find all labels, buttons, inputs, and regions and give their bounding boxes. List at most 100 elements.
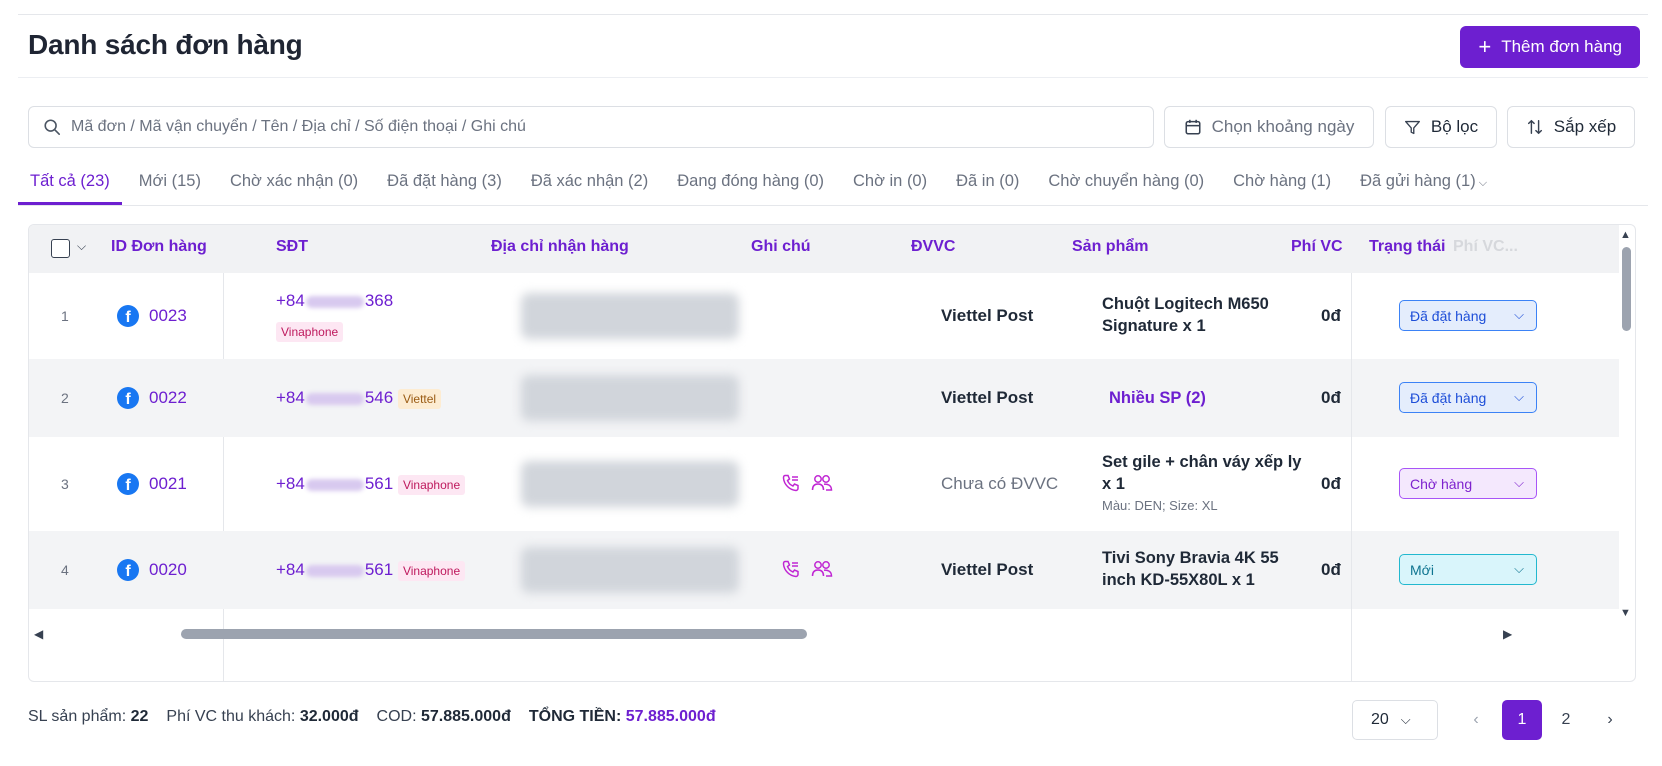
tab-new[interactable]: Mới (15) bbox=[127, 168, 213, 205]
order-id-link[interactable]: 0023 bbox=[149, 306, 187, 326]
row-index: 3 bbox=[61, 476, 69, 492]
search-input[interactable] bbox=[71, 118, 1151, 136]
tab-confirmed[interactable]: Đã xác nhận (2) bbox=[519, 168, 660, 205]
tab-ordered[interactable]: Đã đặt hàng (3) bbox=[375, 168, 514, 205]
order-summary: SL sản phẩm: 22 Phí VC thu khách: 32.000… bbox=[28, 708, 716, 726]
page-size-select[interactable]: 20 ⌵ bbox=[1352, 700, 1438, 740]
row-index: 2 bbox=[61, 390, 69, 406]
filter-button[interactable]: Bộ lọc bbox=[1385, 106, 1497, 148]
multi-product-link[interactable]: Nhiều SP (2) bbox=[1109, 387, 1314, 409]
col-address[interactable]: Địa chỉ nhận hàng bbox=[491, 238, 629, 256]
facebook-icon: f bbox=[117, 305, 139, 327]
phone-prefix: +84 bbox=[276, 291, 305, 310]
carrier-badge: Vinaphone bbox=[276, 322, 344, 342]
col-fee[interactable]: Phí VC bbox=[1291, 238, 1343, 256]
col-id[interactable]: ID Đơn hàng bbox=[111, 238, 207, 256]
table-row[interactable]: 3 f 0021 +84 561 Vinaphone Chưa có ĐVVC S… bbox=[29, 437, 1619, 531]
address-redacted bbox=[521, 293, 739, 339]
tab-packing[interactable]: Đang đóng hàng (0) bbox=[665, 168, 836, 205]
scroll-up-icon[interactable]: ▲ bbox=[1620, 229, 1631, 241]
order-id-link[interactable]: 0022 bbox=[149, 388, 187, 408]
status-dropdown[interactable]: Đã đặt hàng ⌵ bbox=[1399, 382, 1537, 413]
page-button-1[interactable]: 1 bbox=[1502, 700, 1542, 740]
shipping-fee: 0đ bbox=[1321, 474, 1341, 493]
scroll-left-icon[interactable]: ◀ bbox=[34, 627, 43, 641]
tab-shipped[interactable]: Đã gửi hàng (1) ⌵ bbox=[1348, 168, 1499, 205]
next-page-button[interactable]: › bbox=[1590, 700, 1630, 740]
col-note[interactable]: Ghi chú bbox=[751, 238, 811, 256]
facebook-icon: f bbox=[117, 473, 139, 495]
order-id-link[interactable]: 0020 bbox=[149, 560, 187, 580]
shipping-fee: 0đ bbox=[1321, 388, 1341, 407]
order-id-link[interactable]: 0021 bbox=[149, 474, 187, 494]
product-variant: Màu: DEN; Size: XL bbox=[1102, 498, 1218, 513]
plus-icon: + bbox=[1478, 34, 1492, 59]
table-row[interactable]: 4 f 0020 +84 561 Vinaphone Viettel Post T… bbox=[29, 531, 1619, 609]
add-order-label: Thêm đơn hàng bbox=[1501, 37, 1622, 56]
note-icons bbox=[781, 559, 833, 579]
table-header: ⌵ ID Đơn hàng SĐT Địa chỉ nhận hàng Ghi … bbox=[29, 225, 1619, 273]
tab-shipped-label: Đã gửi hàng (1) bbox=[1360, 172, 1476, 190]
status-dropdown[interactable]: Đã đặt hàng ⌵ bbox=[1399, 300, 1537, 331]
shipping-provider: Viettel Post bbox=[941, 388, 1034, 407]
search-icon bbox=[44, 119, 61, 136]
phone-call-icon[interactable] bbox=[781, 473, 801, 493]
table-row[interactable]: 1 f 0023 +84 368 Vinaphone Viettel Post C… bbox=[29, 273, 1619, 359]
page-header: Danh sách đơn hàng + Thêm đơn hàng bbox=[18, 14, 1648, 78]
summary-qty-value: 22 bbox=[130, 708, 149, 725]
scrollbar-thumb[interactable] bbox=[181, 629, 807, 639]
users-icon[interactable] bbox=[811, 473, 833, 493]
shipping-provider: Chưa có ĐVVC bbox=[941, 474, 1059, 493]
shipping-fee: 0đ bbox=[1321, 306, 1341, 325]
tab-pending-confirm[interactable]: Chờ xác nhận (0) bbox=[218, 168, 370, 205]
chevron-down-icon: ⌵ bbox=[1514, 389, 1524, 404]
carrier-badge: Viettel bbox=[397, 389, 442, 409]
page-button-2[interactable]: 2 bbox=[1546, 700, 1586, 740]
status-tabs: Tất cả (23) Mới (15) Chờ xác nhận (0) Đã… bbox=[18, 168, 1648, 206]
tab-all[interactable]: Tất cả (23) bbox=[18, 168, 122, 205]
orders-table: ⌵ ID Đơn hàng SĐT Địa chỉ nhận hàng Ghi … bbox=[28, 224, 1636, 682]
chevron-down-icon: ⌵ bbox=[1400, 712, 1411, 727]
phone-suffix: 561 bbox=[364, 474, 394, 493]
tab-awaiting-stock[interactable]: Chờ hàng (1) bbox=[1221, 168, 1343, 205]
sort-button[interactable]: Sắp xếp bbox=[1507, 106, 1635, 148]
select-all-checkbox[interactable] bbox=[51, 239, 70, 258]
scrollbar-thumb[interactable] bbox=[1622, 247, 1631, 331]
shipping-provider: Viettel Post bbox=[941, 306, 1034, 325]
phone-prefix: +84 bbox=[276, 388, 305, 407]
chevron-down-icon[interactable]: ⌵ bbox=[77, 239, 86, 254]
summary-cod: COD: 57.885.000đ bbox=[377, 708, 511, 726]
prev-page-button[interactable]: ‹ bbox=[1456, 700, 1496, 740]
scroll-right-icon[interactable]: ▶ bbox=[1503, 627, 1512, 641]
calendar-icon bbox=[1185, 119, 1201, 135]
phone-number[interactable]: +84 368 bbox=[276, 291, 393, 311]
scroll-down-icon[interactable]: ▼ bbox=[1620, 607, 1631, 619]
phone-call-icon[interactable] bbox=[781, 559, 801, 579]
tab-pending-ship[interactable]: Chờ chuyển hàng (0) bbox=[1036, 168, 1216, 205]
search-bar[interactable] bbox=[28, 106, 1154, 148]
date-range-picker[interactable]: Chọn khoảng ngày bbox=[1164, 106, 1374, 148]
users-icon[interactable] bbox=[811, 559, 833, 579]
phone-suffix: 368 bbox=[364, 291, 394, 310]
phone-number[interactable]: +84 561 Vinaphone bbox=[276, 474, 466, 495]
col-status[interactable]: Trạng thái bbox=[1369, 238, 1445, 256]
status-dropdown[interactable]: Mới ⌵ bbox=[1399, 554, 1537, 585]
status-dropdown[interactable]: Chờ hàng ⌵ bbox=[1399, 468, 1537, 499]
tab-pending-print[interactable]: Chờ in (0) bbox=[841, 168, 939, 205]
add-order-button[interactable]: + Thêm đơn hàng bbox=[1460, 26, 1640, 68]
facebook-icon: f bbox=[117, 559, 139, 581]
phone-number[interactable]: +84 561 Vinaphone bbox=[276, 560, 466, 581]
horizontal-scrollbar[interactable]: ◀ ▶ bbox=[29, 625, 1619, 643]
phone-number[interactable]: +84 546 Viettel bbox=[276, 388, 442, 409]
product-name: Tivi Sony Bravia 4K 55 inch KD-55X80L x … bbox=[1102, 549, 1279, 589]
vertical-scrollbar[interactable]: ▲ ▼ bbox=[1617, 225, 1635, 625]
col-dvvc[interactable]: ĐVVC bbox=[911, 238, 955, 256]
phone-prefix: +84 bbox=[276, 474, 305, 493]
table-row[interactable]: 2 f 0022 +84 546 Viettel Viettel Post Nhi… bbox=[29, 359, 1619, 437]
tab-printed[interactable]: Đã in (0) bbox=[944, 168, 1031, 205]
col-product[interactable]: Sản phẩm bbox=[1072, 238, 1148, 256]
sort-label: Sắp xếp bbox=[1553, 117, 1617, 136]
address-redacted bbox=[521, 461, 739, 507]
col-phone[interactable]: SĐT bbox=[276, 238, 308, 256]
phone-suffix: 546 bbox=[364, 388, 394, 407]
